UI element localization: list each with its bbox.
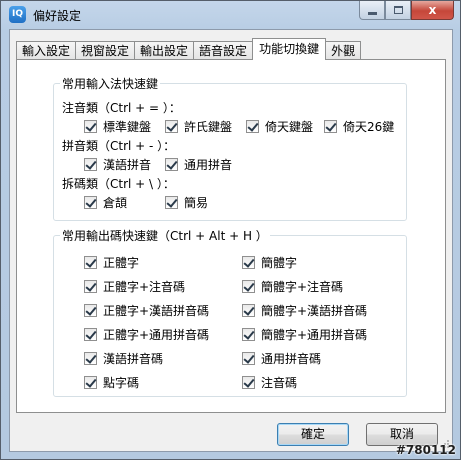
checkbox-label: 許氏鍵盤 <box>184 120 233 134</box>
checkbox-traditional-zhuyin[interactable]: 正體字+注音碼 <box>84 278 185 295</box>
tab-appearance[interactable]: 外觀 <box>325 41 362 60</box>
checkbox-tongyong-pinyin[interactable]: 通用拼音 <box>165 156 232 173</box>
checkbox-label: 正體字 <box>103 256 140 270</box>
checkbox-label: 正體字+漢語拼音碼 <box>103 304 210 318</box>
checkbox-checked-icon <box>165 196 178 209</box>
checkbox-tongyong-pinyin-code[interactable]: 通用拼音碼 <box>242 350 321 367</box>
minimize-button[interactable] <box>359 1 385 20</box>
checkbox-cangjie[interactable]: 倉頡 <box>84 194 127 211</box>
dialog-client-area: 輸入設定 視窗設定 輸出設定 語音設定 功能切換鍵 外觀 常用輸入法快速鍵 注音… <box>9 29 453 452</box>
output-code-hotkeys-group: 常用輸出碼快速鍵（Ctrl + Alt + H ） 正體字 正體字+注音碼 正體… <box>53 227 407 397</box>
close-button[interactable]: x <box>411 1 454 20</box>
checkbox-checked-icon <box>84 328 97 341</box>
tab-strip: 輸入設定 視窗設定 輸出設定 語音設定 功能切換鍵 外觀 <box>16 38 362 60</box>
checkbox-label: 通用拼音碼 <box>261 352 322 366</box>
checkbox-label: 漢語拼音碼 <box>103 352 164 366</box>
app-icon: IQ <box>9 6 26 23</box>
tab-window-settings[interactable]: 視窗設定 <box>75 41 136 60</box>
checkbox-traditional-tongyong-pinyin[interactable]: 正體字+通用拼音碼 <box>84 326 209 343</box>
checkbox-zhuyin-code[interactable]: 注音碼 <box>242 374 297 391</box>
checkbox-checked-icon <box>246 120 259 133</box>
checkbox-checked-icon <box>84 196 97 209</box>
checkbox-checked-icon <box>84 158 97 171</box>
checkbox-checked-icon <box>165 158 178 171</box>
preferences-window: IQ 偏好設定 x 輸入設定 視窗設定 輸出設定 語音設定 功能切換鍵 外觀 常… <box>0 0 461 460</box>
checkbox-label: 注音碼 <box>261 376 298 390</box>
checkbox-label: 簡體字+通用拼音碼 <box>261 328 368 342</box>
checkbox-simplified-tongyong-pinyin[interactable]: 簡體字+通用拼音碼 <box>242 326 367 343</box>
checkbox-checked-icon <box>84 256 97 269</box>
close-icon: x <box>428 3 437 17</box>
checkbox-simplified-hanyu-pinyin[interactable]: 簡體字+漢語拼音碼 <box>242 302 367 319</box>
checkbox-label: 簡體字 <box>261 256 298 270</box>
checkbox-checked-icon <box>324 120 337 133</box>
hotkeys-panel: 常用輸入法快速鍵 注音類（Ctrl + = ）： 標準鍵盤 許氏鍵盤 倚天鍵盤 … <box>16 59 446 413</box>
checkbox-checked-icon <box>84 352 97 365</box>
decomposition-category-label: 拆碼類（Ctrl + \ ）： <box>62 177 175 191</box>
maximize-icon <box>393 6 403 14</box>
checkbox-label: 倚天26鍵 <box>343 120 395 134</box>
tab-voice-settings[interactable]: 語音設定 <box>193 41 254 60</box>
checkbox-braille-code[interactable]: 點字碼 <box>84 374 139 391</box>
checkbox-checked-icon <box>84 120 97 133</box>
tab-hotkeys[interactable]: 功能切換鍵 <box>252 38 327 60</box>
checkbox-hanyu-pinyin-code[interactable]: 漢語拼音碼 <box>84 350 163 367</box>
checkbox-standard-keyboard[interactable]: 標準鍵盤 <box>84 118 151 135</box>
checkbox-label: 簡體字+注音碼 <box>261 280 344 294</box>
checkbox-eten-keyboard[interactable]: 倚天鍵盤 <box>246 118 313 135</box>
checkbox-checked-icon <box>242 256 255 269</box>
checkbox-label: 正體字+通用拼音碼 <box>103 328 210 342</box>
tab-input-settings[interactable]: 輸入設定 <box>16 41 77 60</box>
zhuyin-category-label: 注音類（Ctrl + = ）： <box>62 101 181 115</box>
input-method-hotkeys-group: 常用輸入法快速鍵 注音類（Ctrl + = ）： 標準鍵盤 許氏鍵盤 倚天鍵盤 … <box>53 75 407 221</box>
tab-output-settings[interactable]: 輸出設定 <box>134 41 195 60</box>
checkbox-hanyu-pinyin[interactable]: 漢語拼音 <box>84 156 151 173</box>
checkbox-checked-icon <box>84 376 97 389</box>
checkbox-checked-icon <box>242 376 255 389</box>
checkbox-label: 通用拼音 <box>184 158 233 172</box>
checkbox-checked-icon <box>84 280 97 293</box>
checkbox-label: 倉頡 <box>103 196 128 210</box>
caption-buttons: x <box>359 1 454 21</box>
checkbox-traditional[interactable]: 正體字 <box>84 254 139 271</box>
checkbox-label: 正體字+注音碼 <box>103 280 186 294</box>
maximize-button[interactable] <box>385 1 411 20</box>
checkbox-simplified-zhuyin[interactable]: 簡體字+注音碼 <box>242 278 343 295</box>
checkbox-label: 倚天鍵盤 <box>265 120 314 134</box>
title-bar[interactable]: IQ 偏好設定 x <box>1 1 460 29</box>
checkbox-simplified[interactable]: 簡體字 <box>242 254 297 271</box>
minimize-icon <box>367 11 377 15</box>
watermark: #780112 <box>395 443 456 457</box>
checkbox-label: 標準鍵盤 <box>103 120 152 134</box>
window-title: 偏好設定 <box>33 9 82 23</box>
checkbox-label: 漢語拼音 <box>103 158 152 172</box>
checkbox-checked-icon <box>242 304 255 317</box>
ok-button[interactable]: 確定 <box>277 423 349 446</box>
checkbox-eten26-keyboard[interactable]: 倚天26鍵 <box>324 118 394 135</box>
checkbox-hsu-keyboard[interactable]: 許氏鍵盤 <box>165 118 232 135</box>
input-method-hotkeys-title: 常用輸入法快速鍵 <box>60 75 161 92</box>
checkbox-simplex[interactable]: 簡易 <box>165 194 208 211</box>
checkbox-checked-icon <box>242 352 255 365</box>
output-code-hotkeys-title: 常用輸出碼快速鍵（Ctrl + Alt + H ） <box>60 227 270 244</box>
checkbox-label: 簡體字+漢語拼音碼 <box>261 304 368 318</box>
checkbox-checked-icon <box>242 328 255 341</box>
checkbox-checked-icon <box>165 120 178 133</box>
pinyin-category-label: 拼音類（Ctrl + - ）： <box>62 139 176 153</box>
checkbox-label: 簡易 <box>184 196 209 210</box>
checkbox-checked-icon <box>242 280 255 293</box>
checkbox-checked-icon <box>84 304 97 317</box>
checkbox-label: 點字碼 <box>103 376 140 390</box>
checkbox-traditional-hanyu-pinyin[interactable]: 正體字+漢語拼音碼 <box>84 302 209 319</box>
